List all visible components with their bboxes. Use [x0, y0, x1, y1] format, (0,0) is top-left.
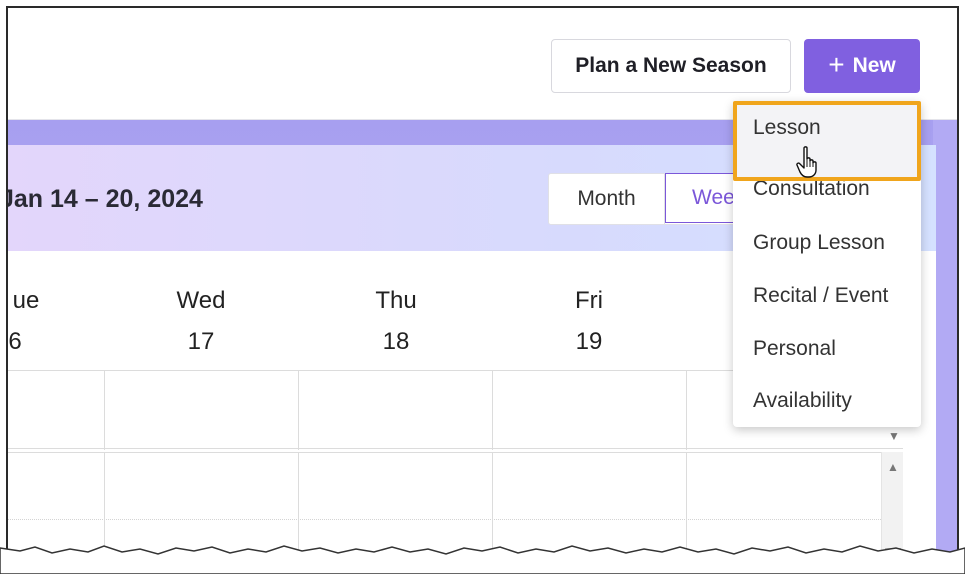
column-divider [298, 370, 299, 450]
hand-pointer-icon [796, 146, 817, 178]
column-divider [492, 370, 493, 450]
column-divider [104, 370, 105, 450]
menu-item-lesson[interactable]: Lesson [753, 116, 821, 140]
new-button[interactable]: + New [804, 39, 920, 93]
plan-new-season-button[interactable]: Plan a New Season [551, 39, 791, 93]
date-range-title: Jan 14 – 20, 2024 [6, 185, 203, 213]
menu-item-recital-event[interactable]: Recital / Event [733, 270, 921, 322]
day-number-thu: 18 [382, 328, 410, 355]
app-window: Plan a New Season + New Jan 14 – 20, 202… [6, 6, 959, 568]
menu-item-availability[interactable]: Availability [733, 375, 921, 427]
plus-icon: + [828, 48, 845, 80]
column-divider [686, 370, 687, 450]
menu-item-personal[interactable]: Personal [733, 323, 921, 375]
day-header-fri: Fri [575, 287, 603, 314]
menu-item-group-lesson[interactable]: Group Lesson [733, 217, 921, 269]
half-hour-line [8, 519, 883, 520]
day-number-fri: 19 [575, 328, 603, 355]
triangle-down-icon[interactable]: ▼ [883, 427, 905, 445]
menu-item-lesson-highlight [733, 101, 921, 181]
month-view-button[interactable]: Month [549, 174, 665, 224]
day-number-tue: 6 [8, 328, 22, 355]
backdrop-edge [933, 120, 957, 568]
day-header-wed: Wed [176, 287, 226, 314]
torn-edge [0, 545, 965, 574]
day-header-tue: ue [12, 287, 40, 314]
new-button-label: New [852, 54, 896, 77]
day-number-wed: 17 [187, 328, 215, 355]
triangle-up-icon[interactable]: ▲ [882, 458, 904, 476]
day-header-thu: Thu [375, 287, 417, 314]
